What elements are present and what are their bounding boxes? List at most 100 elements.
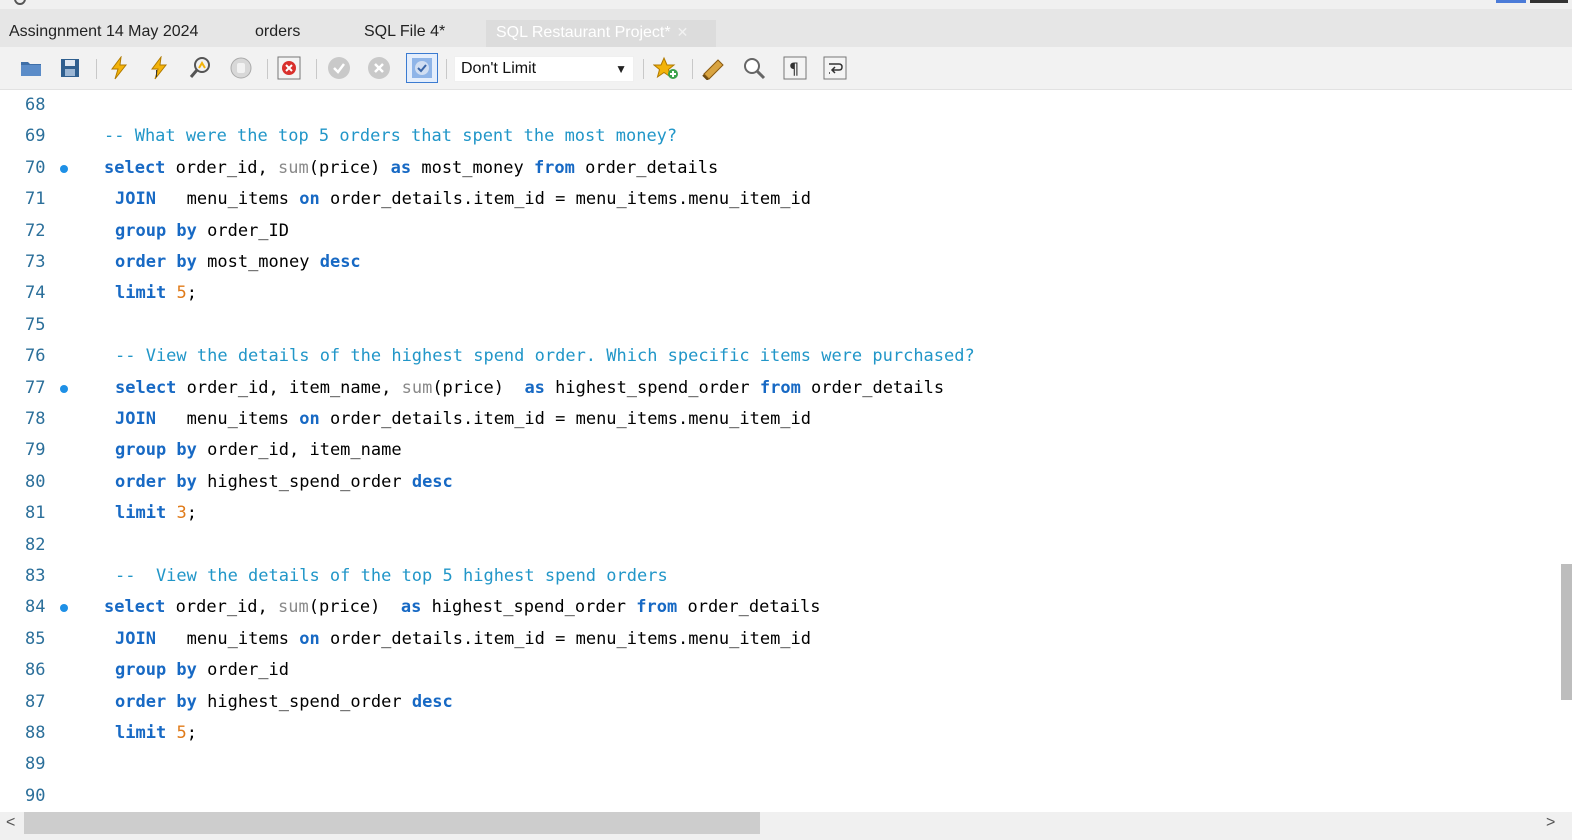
sql-function: sum — [278, 597, 309, 618]
commit-icon[interactable] — [326, 55, 352, 81]
execute-current-icon[interactable]: I — [146, 55, 172, 81]
tab-label: SQL Restaurant Project* — [496, 24, 671, 41]
invisible-chars-icon[interactable]: ¶ — [782, 55, 808, 81]
sql-text: order_ID — [196, 220, 290, 241]
sql-keyword: select — [104, 597, 166, 618]
code-line[interactable]: 79 group by order_id, item_name — [0, 435, 1560, 466]
sql-text: order_id — [196, 660, 290, 681]
sql-comment: -- View the details of the top 5 highest… — [115, 566, 668, 586]
sql-keyword: desc — [411, 691, 453, 712]
sql-comment: -- View the details of the highest spend… — [115, 346, 975, 367]
scroll-right-arrow[interactable]: > — [1546, 814, 1555, 832]
code-line[interactable]: 81 limit 3; — [0, 498, 1560, 529]
window-control-icon[interactable] — [1530, 0, 1568, 3]
scroll-left-arrow[interactable]: < — [6, 814, 15, 832]
window-control-icon[interactable] — [1496, 0, 1526, 3]
vertical-scrollbar-thumb[interactable] — [1561, 564, 1572, 700]
code-line[interactable]: 88 limit 5; — [0, 718, 1560, 749]
horizontal-scrollbar[interactable]: < > — [0, 812, 1572, 840]
code-line[interactable]: 69 -- What were the top 5 orders that spe… — [0, 121, 1560, 152]
code-text: limit 5; — [115, 278, 197, 309]
code-line[interactable]: 82 — [0, 530, 1560, 561]
sql-keyword: desc — [411, 471, 453, 492]
sql-text: (price) — [308, 157, 391, 178]
code-line[interactable]: 70 select order_id, sum(price) as most_mo… — [0, 153, 1560, 184]
sql-text: (price) — [432, 377, 525, 398]
line-number: 85 — [25, 628, 46, 649]
sql-text: order_id, item_name, — [176, 377, 402, 398]
sql-keyword: as — [390, 157, 412, 178]
code-line[interactable]: 72 group by order_ID — [0, 216, 1560, 247]
sql-editor[interactable]: 68 69 -- What were the top 5 orders that s… — [0, 90, 1560, 812]
beautify-icon[interactable] — [701, 55, 727, 81]
execute-icon[interactable] — [106, 55, 132, 81]
code-line[interactable]: 85 JOIN menu_items on order_details.item_… — [0, 624, 1560, 655]
sql-keyword: select — [115, 377, 177, 398]
sql-keyword: order by — [115, 252, 197, 272]
code-line[interactable]: 73 order by most_money desc — [0, 247, 1560, 278]
code-line[interactable]: 76 -- View the details of the highest spe… — [0, 341, 1560, 372]
sql-keyword: JOIN — [115, 409, 156, 429]
line-number: 87 — [25, 691, 46, 712]
stop-icon[interactable] — [228, 55, 254, 81]
tab-sql-file-4[interactable]: SQL File 4* — [364, 20, 445, 47]
code-line[interactable]: 90 — [0, 781, 1560, 812]
line-number: 81 — [25, 503, 46, 524]
sql-text: order_details.item_id = menu_items.menu_… — [319, 189, 812, 210]
sql-text: ; — [186, 723, 197, 743]
sql-keyword: on — [299, 189, 320, 210]
sql-keyword: on — [299, 628, 320, 649]
find-icon[interactable] — [741, 55, 767, 81]
rollback-icon[interactable] — [366, 55, 392, 81]
sql-text: menu_items — [155, 628, 300, 649]
code-line[interactable]: 87 order by highest_spend_order desc — [0, 687, 1560, 718]
autocommit-icon[interactable] — [406, 53, 438, 83]
open-file-icon[interactable] — [18, 55, 44, 81]
code-text: order by highest_spend_order desc — [115, 467, 453, 498]
window-top-strip — [0, 0, 1572, 9]
sql-text: highest_spend_order — [544, 377, 760, 398]
code-line[interactable]: 84 select order_id, sum(price) as highest… — [0, 592, 1560, 623]
tab-orders[interactable]: orders — [255, 20, 300, 47]
sql-text: ; — [186, 283, 197, 304]
code-line[interactable]: 74 limit 5; — [0, 278, 1560, 309]
sql-keyword: JOIN — [115, 628, 156, 649]
add-snippet-icon[interactable] — [653, 55, 679, 81]
tab-assignment[interactable]: Assingnment 14 May 2024 — [9, 20, 198, 47]
explain-icon[interactable] — [188, 55, 214, 81]
code-line[interactable]: 77 select order_id, item_name, sum(price)… — [0, 373, 1560, 404]
horizontal-scrollbar-thumb[interactable] — [24, 812, 760, 834]
code-line[interactable]: 89 — [0, 749, 1560, 780]
code-line[interactable]: 86 group by order_id — [0, 655, 1560, 686]
wrap-icon[interactable] — [822, 55, 848, 81]
sql-keyword: on — [299, 409, 320, 429]
sql-keyword: select — [104, 157, 166, 178]
line-number: 83 — [25, 566, 46, 586]
code-line[interactable]: 78 JOIN menu_items on order_details.item_… — [0, 404, 1560, 435]
tab-sql-restaurant-project[interactable]: SQL Restaurant Project* ✕ — [486, 20, 716, 47]
statement-marker-icon — [60, 384, 68, 393]
save-icon[interactable] — [57, 55, 83, 81]
limit-rows-select[interactable]: Don't Limit ▼ — [454, 56, 634, 82]
sql-text: highest_spend_order — [196, 471, 412, 492]
tab-label: orders — [255, 23, 301, 40]
close-tab-icon[interactable]: ✕ — [677, 24, 689, 40]
code-line[interactable]: 75 — [0, 310, 1560, 341]
code-line[interactable]: 71 JOIN menu_items on order_details.item_… — [0, 184, 1560, 215]
code-text: select order_id, sum(price) as most_mone… — [104, 153, 718, 184]
code-line[interactable]: 80 order by highest_spend_order desc — [0, 467, 1560, 498]
code-text: select order_id, sum(price) as highest_s… — [104, 592, 821, 623]
toggle-error-icon[interactable] — [276, 55, 302, 81]
line-number: 80 — [25, 471, 46, 492]
sql-keyword: group by — [115, 220, 197, 241]
sql-keyword: limit — [115, 723, 167, 743]
code-line[interactable]: 68 — [0, 90, 1560, 121]
sql-keyword: from — [636, 597, 678, 618]
toolbar-separator — [643, 59, 644, 79]
code-text: order by most_money desc — [115, 247, 361, 278]
sql-text: order_details — [800, 377, 945, 398]
sql-text: order_details — [574, 157, 719, 178]
code-line[interactable]: 83 -- View the details of the top 5 highe… — [0, 561, 1560, 592]
